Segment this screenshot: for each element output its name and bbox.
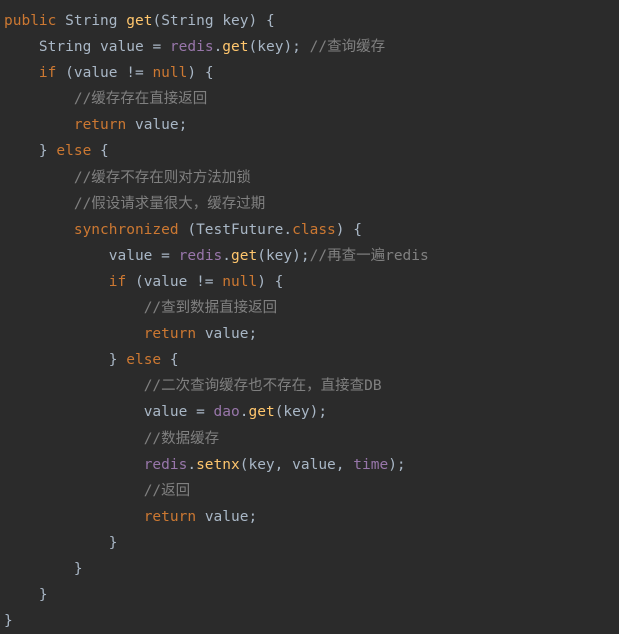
code-block: public String get(String key) { String v… xyxy=(4,8,615,634)
keyword-else: else xyxy=(126,352,161,368)
return-val: value xyxy=(135,117,179,133)
brace: { xyxy=(205,65,214,81)
paren: ) xyxy=(292,248,301,264)
dot: . xyxy=(222,248,231,264)
keyword-synchronized: synchronized xyxy=(74,222,179,238)
keyword-return: return xyxy=(144,326,196,342)
comment: //查到数据直接返回 xyxy=(144,300,277,316)
keyword-if: if xyxy=(109,274,126,290)
dot: . xyxy=(214,39,223,55)
semicolon: ; xyxy=(248,509,257,525)
semicolon: ; xyxy=(248,326,257,342)
field-redis: redis xyxy=(144,457,188,473)
equals: = xyxy=(196,404,205,420)
return-val: value xyxy=(205,509,249,525)
arg-time: time xyxy=(353,457,388,473)
keyword-class: class xyxy=(292,222,336,238)
param-name: key xyxy=(222,13,248,29)
brace: { xyxy=(353,222,362,238)
return-val: value xyxy=(205,326,249,342)
comment: //缓存存在直接返回 xyxy=(74,91,207,107)
brace: } xyxy=(39,587,48,603)
keyword-return: return xyxy=(144,509,196,525)
keyword-else: else xyxy=(56,143,91,159)
paren: ( xyxy=(152,13,161,29)
arg-key: key xyxy=(248,457,274,473)
semicolon: ; xyxy=(292,39,301,55)
method-name: get xyxy=(126,13,152,29)
semicolon: ; xyxy=(301,248,310,264)
paren: ( xyxy=(65,65,74,81)
var-name: value xyxy=(100,39,144,55)
method-get: get xyxy=(231,248,257,264)
dot: . xyxy=(283,222,292,238)
keyword-public: public xyxy=(4,13,56,29)
comment: //查询缓存 xyxy=(310,39,385,55)
brace: { xyxy=(170,352,179,368)
field-redis: redis xyxy=(170,39,214,55)
paren: ) xyxy=(257,274,266,290)
param-type: String xyxy=(161,13,213,29)
arg-key: key xyxy=(283,404,309,420)
type-string: String xyxy=(65,13,117,29)
paren: ( xyxy=(257,248,266,264)
paren: ( xyxy=(187,222,196,238)
cond-text: value != xyxy=(74,65,153,81)
equals: = xyxy=(152,39,161,55)
keyword-null: null xyxy=(152,65,187,81)
keyword-null: null xyxy=(222,274,257,290)
keyword-return: return xyxy=(74,117,126,133)
brace: } xyxy=(74,561,83,577)
field-dao: dao xyxy=(214,404,240,420)
var-name: value xyxy=(109,248,153,264)
comment: //数据缓存 xyxy=(144,431,219,447)
brace: { xyxy=(275,274,284,290)
equals: = xyxy=(161,248,170,264)
dot: . xyxy=(187,457,196,473)
brace: } xyxy=(109,352,118,368)
paren: ( xyxy=(135,274,144,290)
semicolon: ; xyxy=(318,404,327,420)
semicolon: ; xyxy=(397,457,406,473)
comment: //假设请求量很大，缓存过期 xyxy=(74,196,265,212)
method-get: get xyxy=(222,39,248,55)
arg-key: key xyxy=(266,248,292,264)
comma: , xyxy=(336,457,345,473)
paren: ( xyxy=(249,39,258,55)
brace: } xyxy=(109,535,118,551)
method-setnx: setnx xyxy=(196,457,240,473)
brace: { xyxy=(266,13,275,29)
comment: //缓存不存在则对方法加锁 xyxy=(74,170,251,186)
arg-key: key xyxy=(257,39,283,55)
cond-text: value != xyxy=(144,274,223,290)
arg-value: value xyxy=(292,457,336,473)
var-name: value xyxy=(144,404,188,420)
keyword-if: if xyxy=(39,65,56,81)
method-get: get xyxy=(248,404,274,420)
semicolon: ; xyxy=(179,117,188,133)
comment: //再查一遍redis xyxy=(310,248,429,264)
type-string: String xyxy=(39,39,91,55)
paren: ) xyxy=(336,222,345,238)
brace: } xyxy=(4,613,13,629)
comma: , xyxy=(275,457,284,473)
paren: ) xyxy=(388,457,397,473)
comment: //二次查询缓存也不存在，直接查DB xyxy=(144,378,382,394)
brace: { xyxy=(100,143,109,159)
class-name: TestFuture xyxy=(196,222,283,238)
paren: ) xyxy=(283,39,292,55)
comment: //返回 xyxy=(144,483,190,499)
field-redis: redis xyxy=(179,248,223,264)
brace: } xyxy=(39,143,48,159)
paren: ) xyxy=(187,65,196,81)
paren: ) xyxy=(249,13,258,29)
